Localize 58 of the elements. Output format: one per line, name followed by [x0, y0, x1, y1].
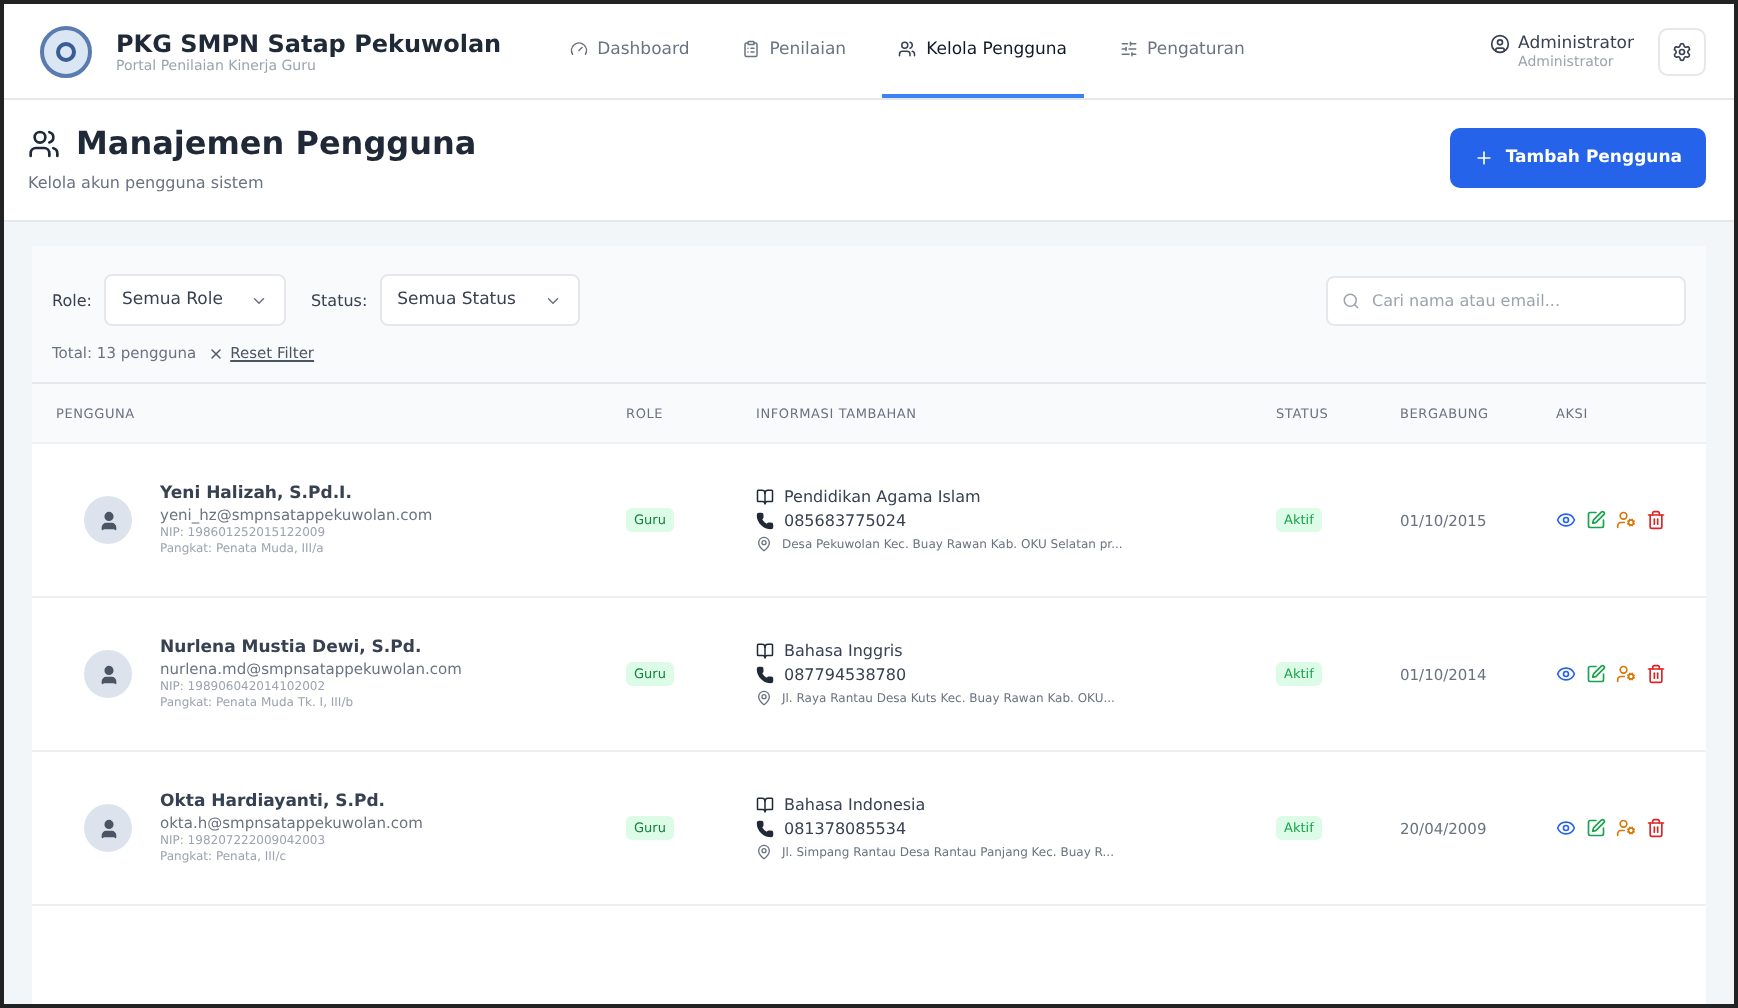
users-icon — [28, 127, 60, 159]
book-icon — [756, 642, 774, 660]
view-button[interactable] — [1556, 818, 1576, 838]
settings-icon — [1672, 41, 1692, 61]
delete-button[interactable] — [1646, 664, 1666, 684]
delete-button[interactable] — [1646, 818, 1666, 838]
phone-text: 081378085534 — [784, 820, 907, 838]
book-icon — [756, 796, 774, 814]
gauge-icon — [569, 40, 588, 58]
phone-icon — [756, 666, 774, 684]
subject-text: Pendidikan Agama Islam — [784, 488, 981, 506]
book-icon — [756, 488, 774, 506]
school-logo-icon — [40, 25, 92, 77]
map-pin-icon — [756, 690, 772, 706]
nav-tab[interactable]: Penilaian — [725, 4, 863, 98]
search-field[interactable]: Cari nama atau email... — [1326, 275, 1686, 325]
phone-icon — [756, 512, 774, 530]
user-role-button[interactable] — [1616, 664, 1636, 684]
page-title: Manajemen Pengguna — [76, 124, 477, 162]
avatar-icon — [84, 496, 132, 544]
plus-icon — [1473, 148, 1494, 168]
user-role-button[interactable] — [1616, 818, 1636, 838]
user-name: Nurlena Mustia Dewi, S.Pd. — [160, 638, 424, 658]
user-role-button[interactable] — [1616, 510, 1636, 530]
phone-text: 085683775024 — [784, 512, 907, 530]
add-user-button[interactable]: Tambah Pengguna — [1449, 128, 1706, 188]
page-subtitle: Kelola akun pengguna sistem — [28, 174, 266, 192]
edit-button[interactable] — [1586, 818, 1606, 838]
subject-text: Bahasa Indonesia — [784, 796, 926, 814]
avatar-icon — [84, 650, 132, 698]
app-name: PKG SMPN Satap Pekuwolan — [116, 29, 502, 57]
user-name: Administrator — [1518, 33, 1634, 53]
delete-button[interactable] — [1646, 510, 1666, 530]
user-name: Okta Hardiayanti, S.Pd. — [160, 792, 388, 812]
nav-tab[interactable]: Kelola Pengguna — [882, 4, 1084, 98]
view-button[interactable] — [1556, 510, 1576, 530]
edit-button[interactable] — [1586, 510, 1606, 530]
map-pin-icon — [756, 844, 772, 860]
phone-icon — [756, 820, 774, 838]
avatar-icon — [84, 804, 132, 852]
user-circle-icon — [1490, 33, 1511, 53]
close-icon — [208, 345, 225, 361]
subject-text: Bahasa Inggris — [784, 642, 903, 660]
status-dropdown[interactable]: Semua Status — [379, 274, 580, 326]
clipboard-icon — [741, 40, 760, 58]
role-dropdown[interactable]: Semua Role — [103, 274, 287, 326]
sliders-icon — [1119, 40, 1138, 58]
role-label: Role: — [52, 291, 92, 309]
map-pin-icon — [756, 536, 772, 552]
settings-button[interactable] — [1658, 27, 1706, 75]
nav-tab[interactable]: Dashboard — [553, 4, 706, 98]
nav-tab[interactable]: Pengaturan — [1103, 4, 1261, 98]
phone-text: 087794538780 — [784, 666, 907, 684]
user-name: Yeni Halizah, S.Pd.I. — [160, 484, 354, 504]
edit-button[interactable] — [1586, 664, 1606, 684]
status-label: Status: — [310, 291, 368, 309]
users-icon — [898, 40, 917, 58]
view-button[interactable] — [1556, 664, 1576, 684]
